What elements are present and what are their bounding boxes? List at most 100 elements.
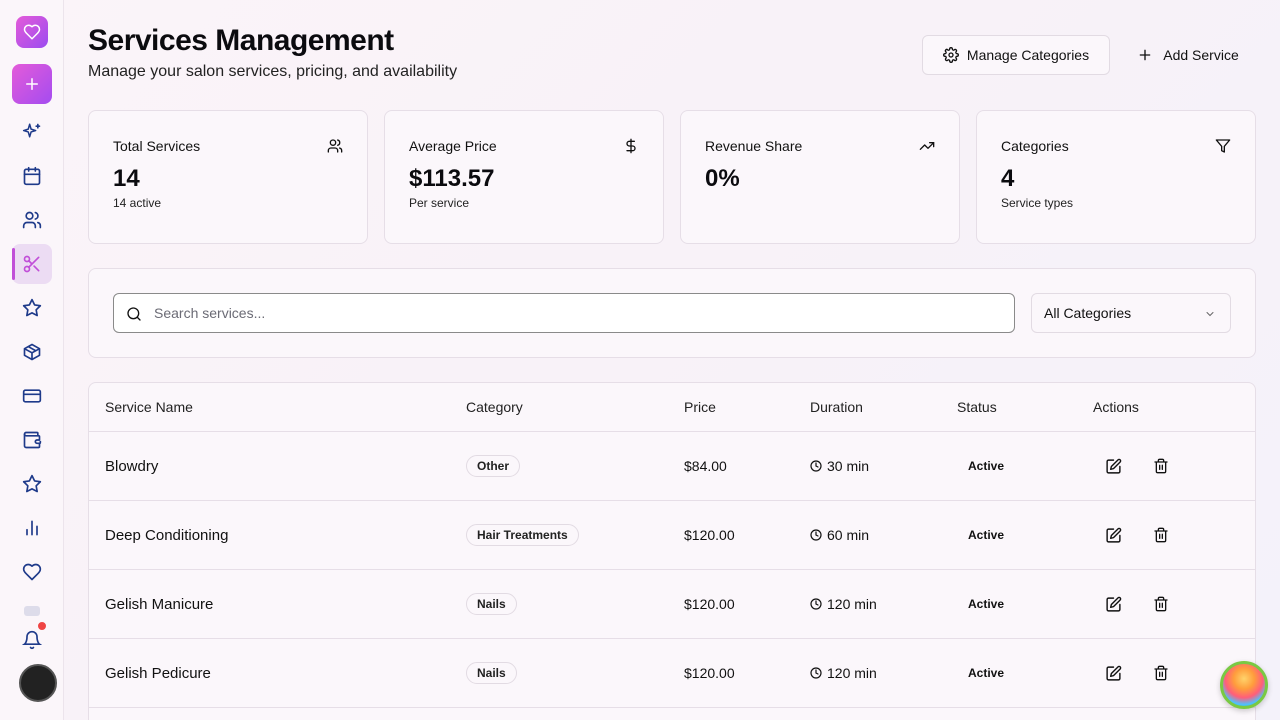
service-name: Gelish Pedicure <box>105 665 211 682</box>
stat-value: $113.57 <box>409 165 495 192</box>
sidebar-item-inventory[interactable] <box>12 332 52 372</box>
services-table: Service Name Category Price Duration Sta… <box>88 382 1256 720</box>
delete-button[interactable] <box>1151 525 1171 545</box>
users-icon <box>327 139 343 153</box>
page-title: Services Management <box>88 24 394 57</box>
edit-button[interactable] <box>1103 525 1123 545</box>
trash-icon <box>1154 596 1168 612</box>
category-badge: Nails <box>466 662 517 684</box>
sidebar-item-reviews[interactable] <box>12 288 52 328</box>
category-select[interactable]: All Categories <box>1031 293 1231 333</box>
sidebar-item-favorites[interactable] <box>12 552 52 592</box>
stat-label: Average Price <box>409 138 497 154</box>
stat-card-total-services: Total Services 14 14 active <box>88 110 368 244</box>
delete-button[interactable] <box>1151 456 1171 476</box>
page-subtitle: Manage your salon services, pricing, and… <box>88 63 458 80</box>
stat-label: Total Services <box>113 138 201 154</box>
category-badge: Other <box>466 455 521 477</box>
gear-icon <box>942 47 959 63</box>
dollar-icon <box>626 138 636 154</box>
service-name: Blowdry <box>105 458 159 475</box>
service-price: $120.00 <box>684 596 735 612</box>
package-icon <box>23 343 41 361</box>
service-name: Gelish Manicure <box>105 596 214 613</box>
scissors-icon <box>23 255 40 273</box>
trending-up-icon <box>919 142 935 150</box>
column-header[interactable]: Price <box>684 399 716 415</box>
stat-subtext: Per service <box>409 196 470 210</box>
bell-icon <box>22 630 42 650</box>
table-row[interactable]: Gelish Pedicure Nails $120.00 120 min Ac… <box>89 639 1255 708</box>
duration-text: 120 min <box>827 596 877 612</box>
table-row[interactable]: Gelish Manicure Nails $120.00 120 min Ac… <box>89 570 1255 639</box>
users-icon <box>22 211 42 229</box>
edit-button[interactable] <box>1103 594 1123 614</box>
edit-icon <box>1105 458 1121 474</box>
column-header: Actions <box>1093 399 1139 415</box>
table-row[interactable]: Blowdry Other $84.00 30 min Active <box>89 432 1255 501</box>
service-price: $120.00 <box>684 665 735 681</box>
service-duration: 120 min <box>810 665 877 681</box>
column-header[interactable]: Duration <box>810 399 863 415</box>
manage-categories-label: Manage Categories <box>966 47 1090 63</box>
edit-icon <box>1105 596 1121 612</box>
manage-categories-button[interactable]: Manage Categories <box>922 35 1110 75</box>
duration-text: 60 min <box>827 527 870 543</box>
search-box <box>113 293 1015 333</box>
heart-logo-icon[interactable] <box>16 16 48 48</box>
edit-button[interactable] <box>1103 663 1123 683</box>
stat-label: Categories <box>1001 138 1069 154</box>
duration-text: 30 min <box>827 458 870 474</box>
search-input[interactable] <box>154 294 1004 332</box>
column-header[interactable]: Status <box>957 399 997 415</box>
clock-icon <box>810 598 822 610</box>
sidebar-item-calendar[interactable] <box>12 156 52 196</box>
service-duration: 120 min <box>810 596 877 612</box>
service-price: $84.00 <box>684 458 727 474</box>
status-badge: Active <box>968 459 1005 473</box>
user-avatar[interactable] <box>19 664 57 702</box>
quick-add-button[interactable] <box>12 64 52 104</box>
trash-icon <box>1154 458 1168 474</box>
credit-card-icon <box>22 389 42 403</box>
sidebar-item-loyalty[interactable] <box>12 464 52 504</box>
delete-button[interactable] <box>1151 663 1171 683</box>
status-badge: Active <box>968 528 1005 542</box>
wallet-icon <box>23 431 42 449</box>
plus-icon <box>1139 49 1151 61</box>
add-service-label: Add Service <box>1163 47 1239 63</box>
status-badge: Active <box>968 597 1005 611</box>
sidebar-item-payments[interactable] <box>12 376 52 416</box>
service-duration: 60 min <box>810 527 869 543</box>
notifications-button[interactable] <box>16 620 48 656</box>
calendar-icon <box>23 166 41 186</box>
stat-value: 0% <box>705 165 740 192</box>
duration-text: 120 min <box>827 665 877 681</box>
sidebar-item-wallet[interactable] <box>12 420 52 460</box>
status-badge: Active <box>968 666 1005 680</box>
filter-bar: All Categories <box>88 268 1256 358</box>
sidebar-item-services[interactable] <box>12 244 52 284</box>
service-name: Deep Conditioning <box>105 527 229 544</box>
chevron-down-icon <box>1206 312 1214 317</box>
sidebar-item-reports[interactable] <box>12 508 52 548</box>
stat-subtext: Service types <box>1001 196 1074 210</box>
category-badge: Nails <box>466 593 517 615</box>
star-icon <box>22 474 42 493</box>
notification-dot <box>36 620 48 632</box>
delete-button[interactable] <box>1151 594 1171 614</box>
sidebar-item-clients[interactable] <box>12 200 52 240</box>
column-header[interactable]: Service Name <box>105 399 193 415</box>
column-header[interactable]: Category <box>466 399 523 415</box>
filter-icon <box>1215 139 1231 153</box>
service-price: $120.00 <box>684 527 735 543</box>
edit-button[interactable] <box>1103 456 1123 476</box>
star-icon <box>22 298 42 317</box>
search-icon <box>127 307 141 321</box>
plus-icon <box>26 78 38 90</box>
heart-icon <box>22 563 42 581</box>
sidebar-item-ai[interactable] <box>12 112 52 152</box>
add-service-button[interactable]: Add Service <box>1122 35 1254 75</box>
table-row[interactable]: Deep Conditioning Hair Treatments $120.0… <box>89 501 1255 570</box>
assistant-avatar[interactable] <box>1220 661 1268 709</box>
